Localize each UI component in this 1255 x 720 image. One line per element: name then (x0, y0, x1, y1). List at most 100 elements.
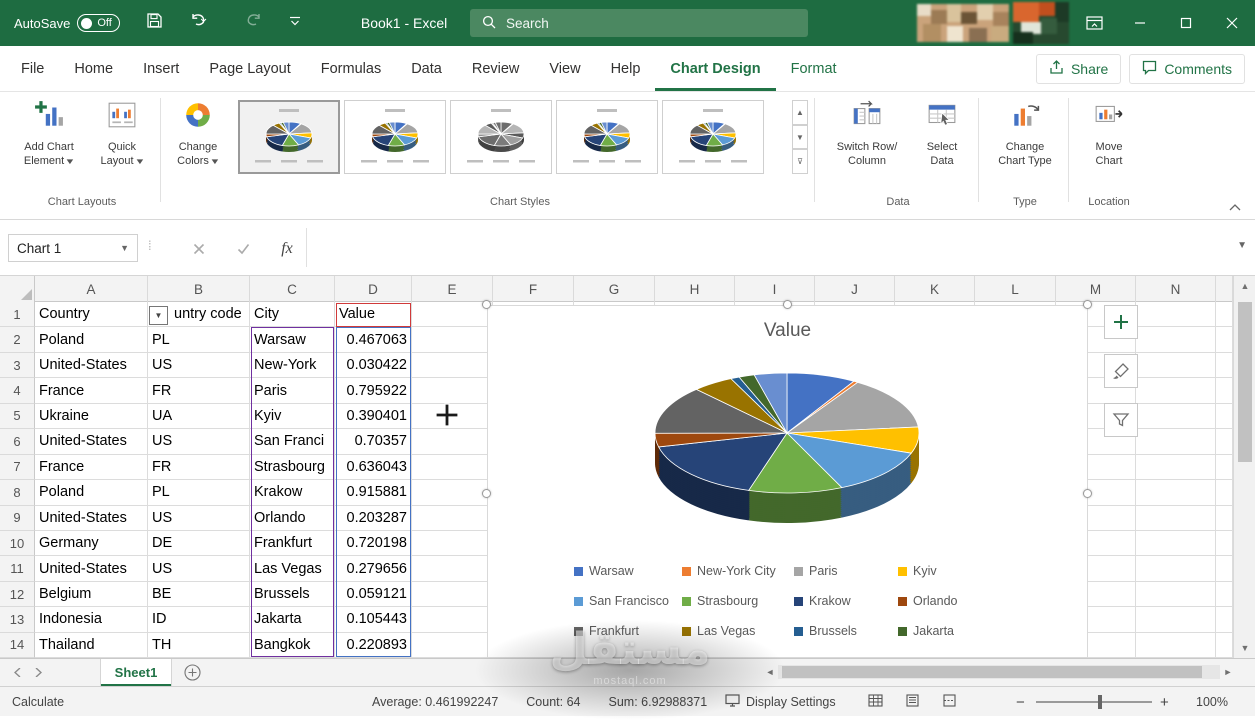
cell-b14[interactable]: TH (148, 633, 250, 658)
cell-b10[interactable]: DE (148, 531, 250, 556)
legend-item-krakow[interactable]: Krakow (794, 594, 898, 608)
legend-item-orlando[interactable]: Orlando (898, 594, 1010, 608)
cell-e1[interactable] (412, 302, 493, 327)
chart-style-thumb-5[interactable] (662, 100, 764, 174)
cancel-icon[interactable] (188, 238, 210, 260)
cell-a2[interactable]: Poland (35, 327, 148, 352)
cell-n4[interactable] (1136, 378, 1216, 403)
undo-button[interactable] (189, 13, 213, 34)
cell-c11[interactable]: Las Vegas (250, 556, 335, 581)
column-header-k[interactable]: K (895, 276, 975, 302)
cell-d11[interactable]: 0.279656 (335, 556, 412, 581)
row-header-8[interactable]: 8 (0, 480, 35, 505)
change-chart-type-button[interactable]: Change Chart Type (992, 100, 1058, 168)
select-all-corner[interactable] (0, 276, 35, 302)
change-colors-button[interactable]: Change Colors▼ (166, 100, 230, 168)
avatar[interactable] (1011, 0, 1071, 46)
select-data-button[interactable]: Select Data (914, 100, 970, 168)
gallery-more-button[interactable]: ⊽ (792, 149, 808, 174)
row-header-2[interactable]: 2 (0, 327, 35, 352)
cell-n2[interactable] (1136, 327, 1216, 352)
chart-style-thumb-1[interactable] (238, 100, 340, 174)
cell-n13[interactable] (1136, 607, 1216, 632)
cell-e3[interactable] (412, 353, 493, 378)
column-header-d[interactable]: D (335, 276, 412, 302)
chart-elements-button[interactable] (1104, 305, 1138, 339)
ribbon-tab-chart-design[interactable]: Chart Design (655, 46, 775, 91)
formula-input[interactable] (306, 228, 1225, 267)
cell-d8[interactable]: 0.915881 (335, 480, 412, 505)
ribbon-tab-insert[interactable]: Insert (128, 46, 194, 91)
cell-c14[interactable]: Bangkok (250, 633, 335, 658)
column-header-m[interactable]: M (1056, 276, 1136, 302)
chart-style-thumb-4[interactable] (556, 100, 658, 174)
cell-d2[interactable]: 0.467063 (335, 327, 412, 352)
name-box[interactable]: Chart 1 ▼ (8, 234, 138, 262)
chart-handle-top-right[interactable] (1083, 300, 1092, 309)
ribbon-tab-home[interactable]: Home (59, 46, 128, 91)
page-break-view-icon[interactable] (942, 694, 957, 710)
column-header-c[interactable]: C (250, 276, 335, 302)
scroll-right-icon[interactable]: ► (1220, 664, 1236, 680)
ribbon-tab-file[interactable]: File (6, 46, 59, 91)
formula-bar-gripper[interactable]: ⁞ (148, 238, 150, 253)
row-header-5[interactable]: 5 (0, 404, 35, 429)
scroll-down-icon[interactable]: ▼ (1234, 638, 1255, 658)
display-settings-button[interactable]: Display Settings (725, 687, 836, 717)
cell-a14[interactable]: Thailand (35, 633, 148, 658)
cell-c10[interactable]: Frankfurt (250, 531, 335, 556)
cell-e6[interactable] (412, 429, 493, 454)
column-header-i[interactable]: I (735, 276, 815, 302)
zoom-in-button[interactable]: + (1160, 687, 1169, 717)
row-header-9[interactable]: 9 (0, 506, 35, 531)
cell-a4[interactable]: France (35, 378, 148, 403)
enter-icon[interactable] (232, 238, 254, 260)
column-header-h[interactable]: H (655, 276, 735, 302)
cell-c12[interactable]: Brussels (250, 582, 335, 607)
cell-d9[interactable]: 0.203287 (335, 506, 412, 531)
normal-view-icon[interactable] (868, 694, 883, 710)
cell-e7[interactable] (412, 455, 493, 480)
cell-e12[interactable] (412, 582, 493, 607)
cell-d10[interactable]: 0.720198 (335, 531, 412, 556)
cell-n10[interactable] (1136, 531, 1216, 556)
scroll-left-icon[interactable]: ◄ (762, 664, 778, 680)
row-header-10[interactable]: 10 (0, 531, 35, 556)
close-button[interactable] (1209, 0, 1255, 46)
vertical-scrollbar[interactable]: ▲ ▼ (1233, 276, 1255, 658)
share-button[interactable]: Share (1036, 54, 1121, 84)
ribbon-tab-help[interactable]: Help (596, 46, 656, 91)
comments-button[interactable]: Comments (1129, 54, 1245, 84)
column-header-a[interactable]: A (35, 276, 148, 302)
horizontal-scrollbar[interactable]: ◄ ► (762, 662, 1236, 682)
gallery-scroll-down-button[interactable]: ▼ (792, 125, 808, 150)
cell-a10[interactable]: Germany (35, 531, 148, 556)
chart-style-thumb-2[interactable] (344, 100, 446, 174)
cell-n5[interactable] (1136, 404, 1216, 429)
calculation-mode[interactable]: Calculate (12, 687, 64, 717)
row-header-11[interactable]: 11 (0, 556, 35, 581)
column-header-f[interactable]: F (493, 276, 574, 302)
legend-item-las-vegas[interactable]: Las Vegas (682, 624, 794, 638)
collapse-ribbon-icon[interactable] (1229, 198, 1241, 216)
cell-b5[interactable]: UA (148, 404, 250, 429)
cell-e5[interactable] (412, 404, 493, 429)
row-header-7[interactable]: 7 (0, 455, 35, 480)
ribbon-tab-view[interactable]: View (534, 46, 595, 91)
cell-b2[interactable]: PL (148, 327, 250, 352)
cell-e10[interactable] (412, 531, 493, 556)
column-header-e[interactable]: E (412, 276, 493, 302)
insert-function-icon[interactable]: fx (276, 238, 298, 260)
cell-d12[interactable]: 0.059121 (335, 582, 412, 607)
cell-c1[interactable]: City (250, 302, 335, 327)
scroll-up-icon[interactable]: ▲ (1234, 276, 1255, 296)
ribbon-display-options-icon[interactable] (1071, 0, 1117, 46)
gallery-scroll-up-button[interactable]: ▲ (792, 100, 808, 125)
minimize-button[interactable] (1117, 0, 1163, 46)
ribbon-tab-format[interactable]: Format (776, 46, 852, 91)
status-aggregate-1[interactable]: Count: 64 (526, 695, 580, 709)
cell-n8[interactable] (1136, 480, 1216, 505)
chart-handle-right-middle[interactable] (1083, 489, 1092, 498)
cell-e4[interactable] (412, 378, 493, 403)
quick-access-customize-icon[interactable] (289, 14, 301, 32)
